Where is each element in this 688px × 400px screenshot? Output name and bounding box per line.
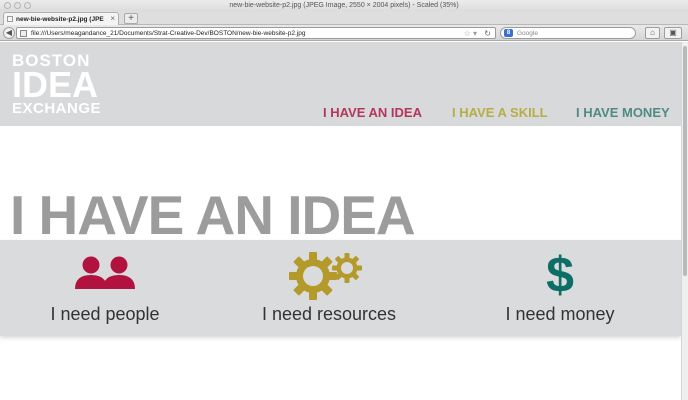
need-money-item[interactable]: $ I need money [480, 240, 640, 336]
svg-text:$: $ [546, 248, 574, 298]
window-icon: ▣ [669, 28, 677, 37]
need-resources-label: I need resources [261, 304, 397, 324]
close-tab-icon[interactable]: × [110, 13, 115, 25]
page-content: BOSTON IDEA EXCHANGE I HAVE AN IDEA I HA… [0, 42, 681, 400]
scrollbar-thumb[interactable] [683, 46, 687, 276]
file-icon [20, 30, 27, 37]
need-people-item[interactable]: I need people [20, 240, 190, 336]
nav-have-skill[interactable]: I HAVE A SKILL [452, 105, 548, 120]
hero-title: I HAVE AN IDEA [10, 184, 416, 246]
navigation-toolbar: ◀ file:///Users/meagandance_21/Documents… [0, 25, 688, 41]
url-text: file:///Users/meagandance_21/Documents/S… [31, 30, 306, 37]
tab-bar: new-bie-website-p2.jpg (JPEG I... × + [0, 11, 688, 25]
tab-image[interactable]: new-bie-website-p2.jpg (JPEG I... × [3, 12, 119, 25]
need-money-label: I need money [505, 304, 615, 324]
home-icon: ⌂ [650, 28, 655, 37]
need-people-label: I need people [50, 304, 160, 324]
nav-have-money[interactable]: I HAVE MONEY [576, 105, 670, 120]
needs-band: I need people I need resources $ I need … [0, 240, 681, 336]
tab-label: new-bie-website-p2.jpg (JPEG I... [16, 16, 104, 23]
bookmark-star-icon[interactable]: ☆ ▾ [464, 28, 477, 39]
back-button[interactable]: ◀ [3, 27, 15, 39]
search-bar[interactable]: 8 Google [500, 27, 636, 39]
window-titlebar: new-bie-website-p2.jpg (JPEG Image, 2550… [0, 0, 688, 11]
logo-idea: IDEA [12, 64, 99, 105]
search-placeholder: Google [517, 30, 538, 37]
site-header: BOSTON IDEA EXCHANGE I HAVE AN IDEA I HA… [0, 42, 681, 126]
search-engine-icon[interactable]: 8 [504, 29, 513, 37]
site-logo[interactable]: BOSTON IDEA EXCHANGE [12, 52, 101, 116]
dollar-icon: $ [542, 247, 578, 303]
vertical-scrollbar[interactable] [681, 42, 688, 400]
people-icon [73, 255, 137, 296]
nav-have-idea[interactable]: I HAVE AN IDEA [323, 105, 422, 120]
logo-exchange: EXCHANGE [12, 100, 102, 117]
need-resources-item[interactable]: I need resources [245, 240, 413, 336]
downloads-button[interactable]: ▣ [664, 27, 682, 39]
address-bar[interactable]: file:///Users/meagandance_21/Documents/S… [16, 27, 496, 39]
reload-icon[interactable]: ↻ [484, 28, 491, 39]
gears-icon [289, 250, 369, 305]
image-file-icon [7, 16, 13, 22]
window-title: new-bie-website-p2.jpg (JPEG Image, 2550… [229, 2, 459, 9]
new-tab-button[interactable]: + [124, 13, 138, 24]
home-button[interactable]: ⌂ [645, 27, 660, 39]
back-arrow-icon: ◀ [5, 28, 13, 37]
